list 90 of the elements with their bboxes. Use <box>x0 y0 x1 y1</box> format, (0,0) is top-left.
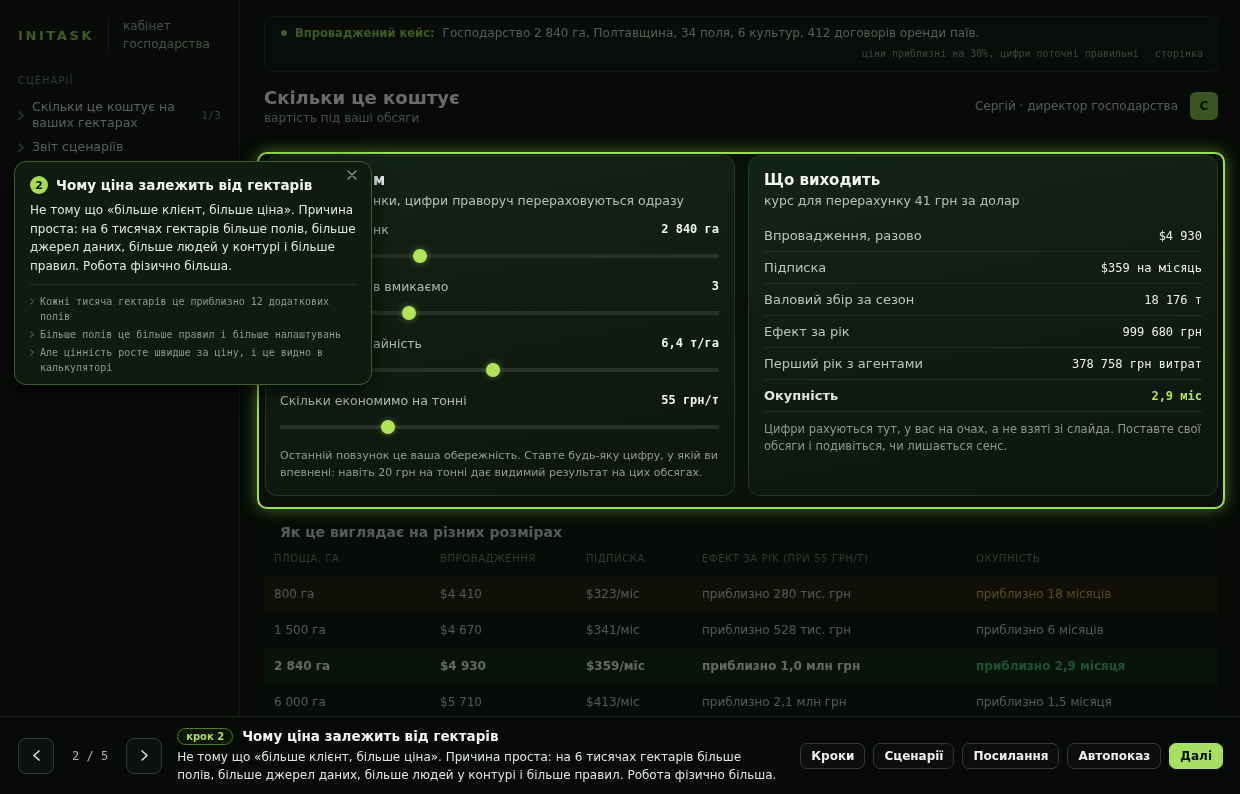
banner-label: Впроваджений кейс: <box>295 26 435 40</box>
page-title: Скільки це коштує <box>264 87 460 108</box>
close-icon <box>347 170 357 180</box>
result-label: Ефект за рік <box>764 324 850 339</box>
hint-text: Цифри рахуються тут, у вас на очах, а не взяті зі слайда. Поставте свої обсяги і подивіться, чи лишається сенс. <box>764 421 1202 455</box>
table-row[interactable]: 2 840 га $4 930 $359/міс приблизно 1,0 млн грн приблизно 2,9 місяця <box>264 648 1218 684</box>
chevron-icon <box>18 110 24 120</box>
table-cell: приблизно 18 місяців <box>966 576 1218 612</box>
slider-label: в вмикаємо <box>373 278 449 294</box>
step-badge: крок 2 <box>177 727 234 745</box>
result-label: Перший рік з агентами <box>764 356 923 371</box>
table-cell: приблизно 2,9 місяця <box>966 648 1218 684</box>
table-row[interactable]: 800 га $4 410 $323/міс приблизно 280 тис. грн приблизно 18 місяців <box>264 576 1218 612</box>
slider-value: 6,4 т/га <box>661 336 719 350</box>
table-cell: приблизно 280 тис. грн <box>692 576 966 612</box>
chevron-icon <box>30 349 34 356</box>
slider-thumb[interactable] <box>402 306 417 320</box>
result-value: 2,9 міс <box>1151 388 1202 403</box>
slider-value: 55 грн/т <box>661 393 719 407</box>
tour-button[interactable]: Автопоказ <box>1067 742 1162 769</box>
tour-button[interactable]: Кроки <box>800 742 866 769</box>
sidebar-item[interactable]: Скільки це коштує на ваших гектарах <box>18 99 183 131</box>
close-button[interactable] <box>347 170 357 180</box>
user-name: Сергій · директор господарства <box>974 99 1178 113</box>
brand-subtitle: кабінет господарства <box>123 18 211 53</box>
result-value: 18 176 т <box>1144 292 1202 307</box>
tooltip-point: Кожні тисяча гектарів це приблизно 12 додаткових полів <box>40 295 330 324</box>
slider-label: айність <box>373 335 422 351</box>
slider-label: нк <box>373 221 389 237</box>
table-cell: $413/міс <box>576 684 692 716</box>
card-subtitle: курс для перерахунку 41 грн за долар <box>764 192 1020 210</box>
step-text: Не тому що «більше клієнт, більше ціна». Причина проста: на 6 тисячах гектарів більше полів, більше джерел даних, більше людей у контурі і більше правил. Робота фізично більша. <box>177 748 778 784</box>
table-cell: $4 410 <box>430 576 576 612</box>
result-value: $359 на місяць <box>1100 260 1202 275</box>
tooltip-point: Більше полів це більше правил і більше налаштувань <box>40 328 342 342</box>
status-dot-icon <box>281 30 287 36</box>
table-cell: $359/міс <box>576 648 692 684</box>
result-value: 999 680 грн <box>1122 324 1202 339</box>
slider-thumb[interactable] <box>381 420 395 434</box>
slider-value: 3 <box>711 279 719 293</box>
table-cell: 2 840 га <box>264 648 430 684</box>
slider-thumb[interactable] <box>413 249 428 263</box>
tooltip-point: Але цінність росте швидше за ціну, і це видно в калькуляторі <box>40 346 324 375</box>
chevron-icon <box>18 142 24 152</box>
page-subtitle: вартість під ваші обсяги <box>264 111 421 125</box>
card-title: м <box>373 170 386 190</box>
card-subtitle: нки, цифри праворуч перераховуються одразу <box>373 192 684 210</box>
card-title: Що виходить <box>764 170 881 190</box>
table-cell: $4 670 <box>430 612 576 648</box>
next-button[interactable] <box>126 737 163 774</box>
chevron-icon <box>30 298 34 305</box>
result-value: 378 758 грн витрат <box>1071 356 1202 371</box>
chevron-left-icon <box>32 750 40 761</box>
chevron-right-icon <box>140 750 148 761</box>
previous-button[interactable] <box>18 737 54 774</box>
table-title: Як це виглядає на різних розмірах <box>279 523 563 542</box>
table-cell: приблизно 528 тис. грн <box>692 612 966 648</box>
table-cell: 800 га <box>264 576 430 612</box>
table-cell: $323/міс <box>576 576 692 612</box>
result-label: Підписка <box>764 260 827 275</box>
slider-label: Скільки економимо на тонні <box>280 392 467 408</box>
result-value: $4 930 <box>1158 228 1202 243</box>
result-label: Окупність <box>764 388 839 403</box>
brand-logo: INITASK <box>18 27 95 43</box>
sidebar-item[interactable]: Звіт сценаріїв <box>18 139 183 155</box>
table-cell: 6 000 га <box>264 684 430 716</box>
result-label: Впровадження, разово <box>764 228 922 243</box>
slider-thumb[interactable] <box>485 363 500 377</box>
primary-button[interactable]: Далі <box>1169 742 1223 769</box>
slider-value: 2 840 га <box>661 222 719 236</box>
table-cell: $5 710 <box>430 684 576 716</box>
tour-button[interactable]: Посилання <box>962 742 1060 769</box>
table-cell: приблизно 2,1 млн грн <box>692 684 966 716</box>
result-label: Валовий збір за сезон <box>764 292 915 307</box>
table-cell: $341/міс <box>576 612 692 648</box>
table-cell: $4 930 <box>430 648 576 684</box>
chevron-icon <box>30 331 34 338</box>
table-cell: приблизно 1,5 місяця <box>966 684 1218 716</box>
banner-text: Господарство 2 840 га, Полтавщина, 34 поля, 6 культур, 412 договорів оренди паїв. <box>442 26 980 40</box>
table-cell: 1 500 га <box>264 612 430 648</box>
tour-button[interactable]: Сценарії <box>873 742 955 769</box>
step-title: Чому ціна залежить від гектарів <box>242 728 499 744</box>
step-counter: 2 / 5 <box>72 748 109 763</box>
tooltip-title: Чому ціна залежить від гектарів <box>56 177 313 193</box>
hint-text: Останній повзунок це ваша обережність. Ставте будь-яку цифру, у якій ви впевнені: навіть 20 грн на тонні дає видимий результат на цих обсягах. <box>280 448 719 481</box>
step-number-badge: 2 <box>30 176 48 194</box>
tooltip-text: Не тому що «більше клієнт, більше ціна». Причина проста: на 6 тисячах гектарів більше полів, більше джерел даних, більше людей у контурі і більше правил. Робота фізично більша. <box>30 202 356 275</box>
table-cell: приблизно 6 місяців <box>966 612 1218 648</box>
avatar[interactable]: С <box>1190 92 1218 120</box>
table-cell: приблизно 1,0 млн грн <box>692 648 966 684</box>
